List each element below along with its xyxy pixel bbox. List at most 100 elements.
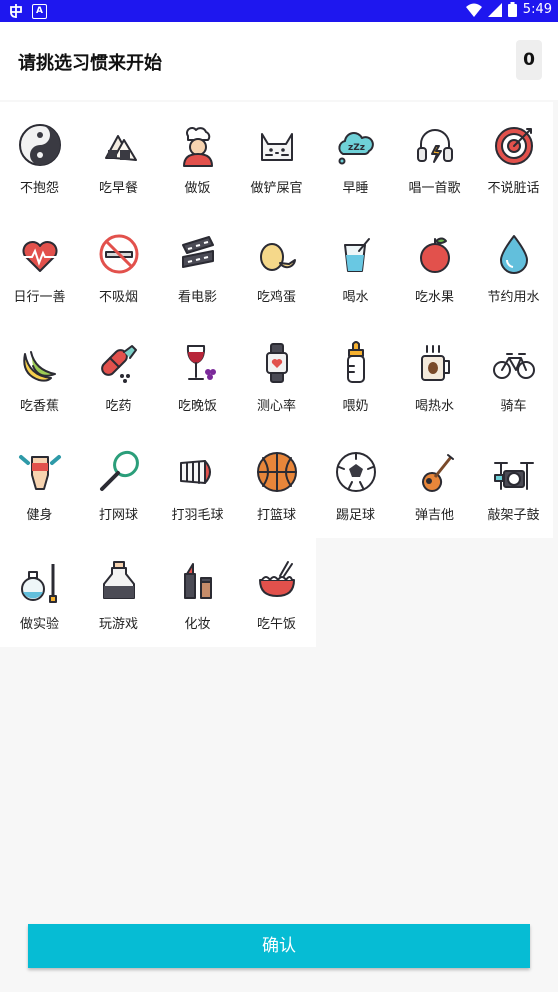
- habit-item[interactable]: 吃药: [79, 320, 158, 429]
- habit-item[interactable]: 打羽毛球: [158, 429, 237, 538]
- habit-item[interactable]: 节约用水: [474, 211, 553, 320]
- rice-ball-icon: [94, 120, 144, 170]
- clock: 5:49: [522, 2, 552, 17]
- habit-label: 做铲屎官: [250, 181, 303, 196]
- habit-label: 日行一善: [13, 290, 66, 305]
- habit-label: 吃晚饭: [177, 399, 217, 414]
- habit-item[interactable]: zZz 早睡: [316, 102, 395, 211]
- habit-label: 节约用水: [487, 290, 540, 305]
- habit-label: 做饭: [184, 181, 211, 196]
- habit-item[interactable]: 看电影: [158, 211, 237, 320]
- habit-item[interactable]: 健身: [0, 429, 79, 538]
- yin-yang-icon: [15, 120, 65, 170]
- potion-bottle-icon: [94, 556, 144, 606]
- noodle-bowl-icon: [252, 556, 302, 606]
- habit-item[interactable]: 吃早餐: [79, 102, 158, 211]
- habit-label: 踢足球: [335, 508, 375, 523]
- drum-kit-icon: [489, 447, 539, 497]
- habit-label: 吃鸡蛋: [256, 290, 296, 305]
- habit-grid: 不抱怨 吃早餐 做饭 做铲屎官 zZz 早睡 唱一首歌 不说脏话日行一善 不吸烟 看电影 吃鸡蛋 喝水…: [0, 102, 558, 647]
- flask-icon: [15, 556, 65, 606]
- svg-text:zZz: zZz: [348, 143, 365, 153]
- habit-item[interactable]: 喂奶: [316, 320, 395, 429]
- habit-label: 早睡: [342, 181, 369, 196]
- habit-item[interactable]: 喝水: [316, 211, 395, 320]
- hot-mug-icon: [410, 338, 460, 388]
- habit-item[interactable]: 吃鸡蛋: [237, 211, 316, 320]
- habit-label: 喝水: [342, 290, 369, 305]
- habit-item[interactable]: 日行一善: [0, 211, 79, 320]
- status-bar: A 5:49: [0, 0, 558, 22]
- habit-label: 弹吉他: [414, 508, 454, 523]
- header: 请挑选习惯来开始 0: [0, 22, 558, 100]
- basketball-icon: [252, 447, 302, 497]
- habit-label: 打羽毛球: [171, 508, 224, 523]
- heartbeat-icon: [15, 229, 65, 279]
- soccer-ball-icon: [331, 447, 381, 497]
- guitar-icon: [410, 447, 460, 497]
- habit-label: 做实验: [19, 617, 59, 632]
- habit-label: 吃午饭: [256, 617, 296, 632]
- habit-label: 测心率: [256, 399, 296, 414]
- banana-icon: [15, 338, 65, 388]
- habit-item[interactable]: 吃香蕉: [0, 320, 79, 429]
- habit-label: 健身: [26, 508, 53, 523]
- film-strip-icon: [173, 229, 223, 279]
- selected-count-badge: 0: [516, 40, 542, 80]
- battery-icon: [507, 2, 517, 17]
- headphones-icon: [410, 120, 460, 170]
- signal-icon: [487, 2, 502, 17]
- chef-icon: [173, 120, 223, 170]
- habit-item[interactable]: 吃水果: [395, 211, 474, 320]
- cat-icon: [252, 120, 302, 170]
- habit-item[interactable]: 踢足球: [316, 429, 395, 538]
- habit-item[interactable]: 喝热水: [395, 320, 474, 429]
- shuttlecock-icon: [173, 447, 223, 497]
- wifi-icon: [465, 3, 482, 17]
- egg-icon: [252, 229, 302, 279]
- habit-label: 不吸烟: [98, 290, 138, 305]
- habit-label: 打网球: [98, 508, 138, 523]
- pill-icon: [94, 338, 144, 388]
- habit-item[interactable]: 做铲屎官: [237, 102, 316, 211]
- bicycle-icon: [489, 338, 539, 388]
- habit-label: 不说脏话: [487, 181, 540, 196]
- target-icon: [489, 120, 539, 170]
- habit-item[interactable]: 打网球: [79, 429, 158, 538]
- habit-item[interactable]: 做饭: [158, 102, 237, 211]
- habit-label: 吃水果: [414, 290, 454, 305]
- fitness-icon: [15, 447, 65, 497]
- water-glass-icon: [331, 229, 381, 279]
- habit-item[interactable]: 弹吉他: [395, 429, 474, 538]
- habit-item[interactable]: 做实验: [0, 538, 79, 647]
- habit-label: 吃早餐: [98, 181, 138, 196]
- app-notification-icon: [10, 4, 22, 18]
- habit-item[interactable]: 玩游戏: [79, 538, 158, 647]
- habit-item[interactable]: 骑车: [474, 320, 553, 429]
- habit-item[interactable]: 敲架子鼓: [474, 429, 553, 538]
- habit-label: 看电影: [177, 290, 217, 305]
- habit-label: 吃香蕉: [19, 399, 59, 414]
- confirm-button[interactable]: 确认: [28, 924, 530, 968]
- habit-item[interactable]: 不说脏话: [474, 102, 553, 211]
- habit-item[interactable]: 吃午饭: [237, 538, 316, 647]
- no-smoking-icon: [94, 229, 144, 279]
- habit-item[interactable]: 化妆: [158, 538, 237, 647]
- habit-item[interactable]: 测心率: [237, 320, 316, 429]
- water-drop-icon: [489, 229, 539, 279]
- habit-label: 化妆: [184, 617, 211, 632]
- habit-label: 吃药: [105, 399, 132, 414]
- habit-item[interactable]: 打篮球: [237, 429, 316, 538]
- habit-label: 骑车: [500, 399, 527, 414]
- sleep-cloud-icon: zZz: [331, 120, 381, 170]
- habit-label: 玩游戏: [98, 617, 138, 632]
- lipstick-icon: [173, 556, 223, 606]
- habit-item[interactable]: 吃晚饭: [158, 320, 237, 429]
- tennis-racket-icon: [94, 447, 144, 497]
- habit-label: 打篮球: [256, 508, 296, 523]
- habit-label: 喝热水: [414, 399, 454, 414]
- page-title: 请挑选习惯来开始: [18, 53, 162, 74]
- habit-item[interactable]: 唱一首歌: [395, 102, 474, 211]
- habit-item[interactable]: 不抱怨: [0, 102, 79, 211]
- habit-item[interactable]: 不吸烟: [79, 211, 158, 320]
